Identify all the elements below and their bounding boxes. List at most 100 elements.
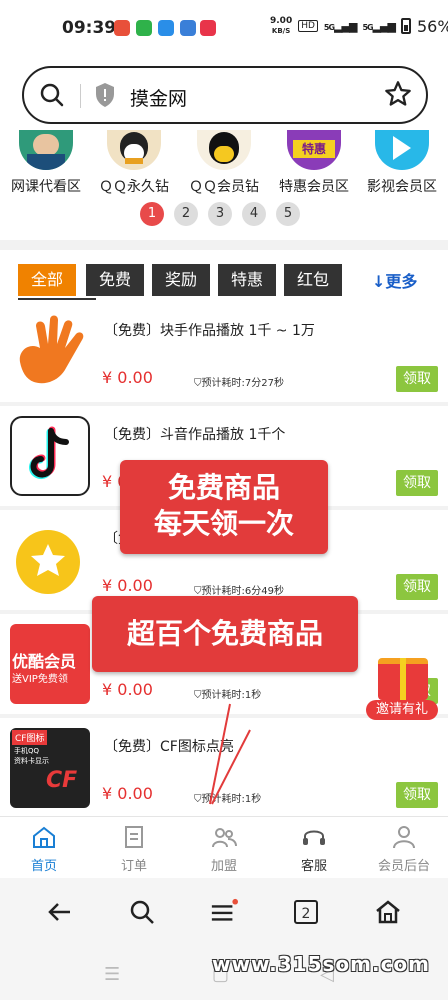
category-image: 特惠 <box>287 130 341 170</box>
category-image <box>375 130 429 170</box>
youku-subtitle: 送VIP免费领 <box>12 674 68 685</box>
annotation-arrow <box>209 703 251 805</box>
category-label: 影视会员区 <box>367 179 437 195</box>
notification-icon-4 <box>180 20 196 36</box>
product-price: ¥ 0.00 <box>102 576 153 595</box>
nav-label: 加盟 <box>210 859 237 874</box>
tab-red-packet[interactable]: 红包 <box>284 264 342 296</box>
watermark: www.315som.com <box>212 952 431 976</box>
product-thumbnail-douyin <box>10 416 90 496</box>
tab-reward[interactable]: 奖励 <box>152 264 210 296</box>
house-icon[interactable] <box>374 898 402 926</box>
cf-sub1: 手机QQ <box>14 747 40 755</box>
nav-home[interactable]: 首页 <box>4 825 84 874</box>
product-title: 〔免费〕斗音作品播放 1千个 <box>104 427 286 443</box>
tab-all[interactable]: 全部 <box>18 264 76 296</box>
notification-icon-3 <box>158 20 174 36</box>
nav-label: 订单 <box>120 859 147 874</box>
tabs-count: 2 <box>301 906 311 922</box>
headset-icon <box>303 830 325 845</box>
nav-support[interactable]: 客服 <box>274 825 354 874</box>
page-dot-2[interactable]: 2 <box>174 202 198 226</box>
down-arrow-icon: ↓ <box>372 272 386 291</box>
check-shield-icon: ⛉ <box>194 378 202 389</box>
category-qq-member[interactable]: ＱＱ会员钻 <box>182 130 266 196</box>
claim-button[interactable]: 领取 <box>396 574 438 600</box>
category-video-member[interactable]: 影视会员区 <box>360 130 444 196</box>
nav-label: 会员后台 <box>377 859 430 874</box>
recent-apps-icon[interactable]: ☰ <box>104 964 120 985</box>
address-text[interactable]: 摸金网 <box>130 84 187 111</box>
search-icon[interactable] <box>40 81 64 109</box>
net-speed-value: 9.00 <box>270 16 293 26</box>
category-label: 特惠会员区 <box>279 179 349 195</box>
team-icon <box>212 828 237 848</box>
hand-logo-icon <box>19 315 84 384</box>
hd-badge: HD <box>298 20 318 32</box>
notification-icon-2 <box>136 20 152 36</box>
gift-box-icon <box>378 658 428 700</box>
nav-join[interactable]: 加盟 <box>184 825 264 874</box>
page-dot-3[interactable]: 3 <box>208 202 232 226</box>
category-online-course[interactable]: 网课代看区 <box>4 130 88 196</box>
claim-button[interactable]: 领取 <box>396 366 438 392</box>
page-dot-4[interactable]: 4 <box>242 202 266 226</box>
back-arrow-icon[interactable] <box>46 898 74 926</box>
page-dot-1[interactable]: 1 <box>140 202 164 226</box>
category-special-member[interactable]: 特惠 特惠会员区 <box>272 130 356 196</box>
user-icon <box>393 826 415 849</box>
battery-percent: 56% <box>416 16 448 36</box>
nav-label: 客服 <box>300 859 327 874</box>
notification-icon-1 <box>114 20 130 36</box>
category-label: ＱＱ永久钻 <box>99 179 169 195</box>
product-eta: ⛉预计耗时:7分27秒 <box>194 378 284 389</box>
more-label: 更多 <box>385 272 418 291</box>
category-label: 网课代看区 <box>11 179 81 195</box>
category-image <box>19 130 73 170</box>
category-qq-permanent[interactable]: ＱＱ永久钻 <box>92 130 176 196</box>
product-eta: ⛉预计耗时:6分49秒 <box>194 586 284 597</box>
product-thumbnail-qq-zone <box>10 520 90 600</box>
promo-line-1: 免费商品 <box>167 471 280 504</box>
star-icon[interactable] <box>384 80 412 108</box>
product-eta: ⛉预计耗时:1秒 <box>194 690 262 701</box>
signal-icon-1: 5G▂▄▆ <box>323 19 358 33</box>
browser-toolbar: 2 <box>0 878 448 946</box>
category-badge-text: 特惠 <box>293 140 335 158</box>
more-link[interactable]: ↓更多 <box>372 268 417 292</box>
product-title: 〔免费〕块手作品播放 1千 ~ 1万 <box>104 323 315 339</box>
shield-icon <box>96 83 114 107</box>
invite-label: 邀请有礼 <box>366 700 438 720</box>
product-thumbnail-youku: 优酷会员 送VIP免费领 <box>10 624 90 704</box>
tab-underline <box>18 298 96 300</box>
search-icon[interactable] <box>128 898 156 926</box>
product-price: ¥ 0.00 <box>102 680 153 699</box>
menu-icon[interactable] <box>210 898 238 926</box>
tab-special[interactable]: 特惠 <box>218 264 276 296</box>
promo-line-2: 每天领一次 <box>153 507 294 540</box>
product-item[interactable]: 〔免费〕块手作品播放 1千 ~ 1万 ¥ 0.00 ⛉预计耗时:7分27秒 领取 <box>0 302 448 402</box>
claim-button[interactable]: 领取 <box>396 782 438 808</box>
tab-free[interactable]: 免费 <box>86 264 144 296</box>
home-icon <box>33 826 55 848</box>
product-price: ¥ 0.00 <box>102 368 153 387</box>
nav-orders[interactable]: 订单 <box>94 825 174 874</box>
product-thumbnail-kuaishou <box>10 312 90 392</box>
signal-icon-2: 5G▂▄▆ <box>362 19 396 33</box>
category-label: ＱＱ会员钻 <box>189 179 259 195</box>
address-bar[interactable]: 摸金网 <box>22 66 428 124</box>
star-badge-icon <box>16 530 80 594</box>
bottom-nav: 首页 订单 加盟 客服 会员后台 <box>0 816 448 878</box>
invite-gift-badge[interactable]: 邀请有礼 <box>366 656 438 722</box>
tabs-icon[interactable]: 2 <box>294 900 318 924</box>
youku-title: 优酷会员 <box>12 652 77 671</box>
status-indicators: 9.00 KB/S HD 5G▂▄▆ 5G▂▄▆ 56% <box>270 16 448 36</box>
promo-overlay-hundred: 超百个免费商品 <box>92 596 358 672</box>
status-time: 09:39 <box>62 18 117 38</box>
nav-member-backend[interactable]: 会员后台 <box>364 825 444 874</box>
cf-sub2: 资料卡显示 <box>14 757 49 765</box>
nav-label: 首页 <box>30 859 57 874</box>
page-dot-5[interactable]: 5 <box>276 202 300 226</box>
claim-button[interactable]: 领取 <box>396 470 438 496</box>
promo-hundred-text: 超百个免费商品 <box>126 617 323 650</box>
